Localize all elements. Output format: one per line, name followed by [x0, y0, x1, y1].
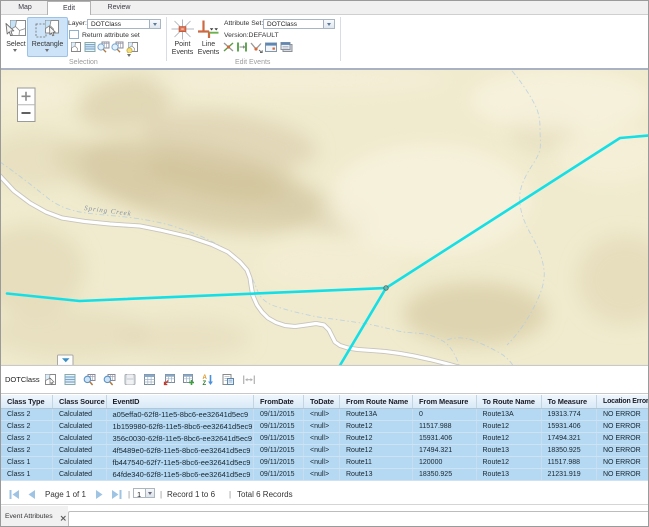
- svg-text:Z: Z: [203, 381, 207, 386]
